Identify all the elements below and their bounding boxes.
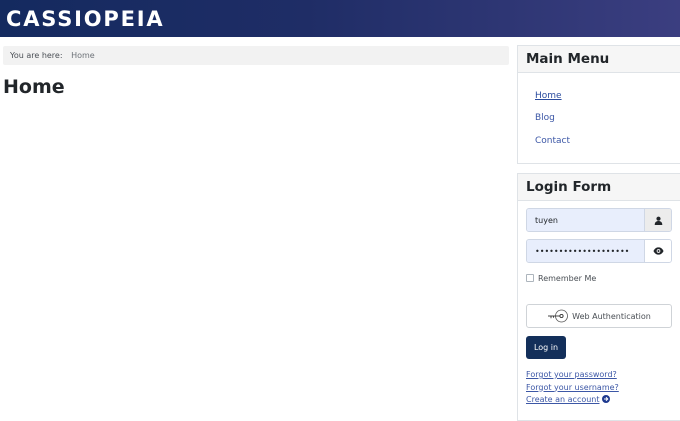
web-authentication-label: Web Authentication [572, 311, 651, 321]
username-input[interactable] [527, 209, 645, 231]
site-header: CASSIOPEIA [0, 0, 680, 37]
page-title: Home [3, 76, 65, 98]
password-input[interactable] [527, 240, 645, 262]
create-account-link[interactable]: Create an account [526, 394, 619, 407]
site-brand-logo[interactable]: CASSIOPEIA [6, 7, 164, 31]
breadcrumb-label: You are here: [10, 51, 63, 60]
menu-item-home[interactable]: Home [535, 91, 562, 102]
menu-item-contact[interactable]: Contact [535, 136, 570, 147]
login-form-module: Login Form Remember Me [517, 173, 680, 421]
forgot-username-link[interactable]: Forgot your username? [526, 382, 619, 395]
main-menu-title: Main Menu [518, 46, 680, 73]
remember-me-row[interactable]: Remember Me [526, 272, 596, 284]
passkey-icon [547, 309, 569, 323]
menu-item-blog[interactable]: Blog [535, 113, 555, 124]
remember-me-checkbox[interactable] [526, 274, 534, 282]
username-field-group [526, 208, 672, 232]
breadcrumb-current: Home [71, 51, 95, 60]
password-field-group [526, 239, 672, 263]
user-icon [644, 209, 671, 231]
remember-me-label: Remember Me [538, 273, 597, 283]
login-form-title: Login Form [518, 174, 680, 201]
web-authentication-button[interactable]: Web Authentication [526, 304, 672, 328]
arrow-right-circle-icon [601, 395, 610, 403]
forgot-password-link[interactable]: Forgot your password? [526, 369, 619, 382]
main-menu-module: Main Menu Home Blog Contact [517, 45, 680, 164]
login-button[interactable]: Log in [526, 336, 566, 359]
login-links: Forgot your password? Forgot your userna… [526, 369, 619, 407]
eye-icon[interactable] [644, 240, 671, 262]
create-account-label: Create an account [526, 395, 600, 404]
breadcrumb: You are here: Home [3, 46, 509, 65]
